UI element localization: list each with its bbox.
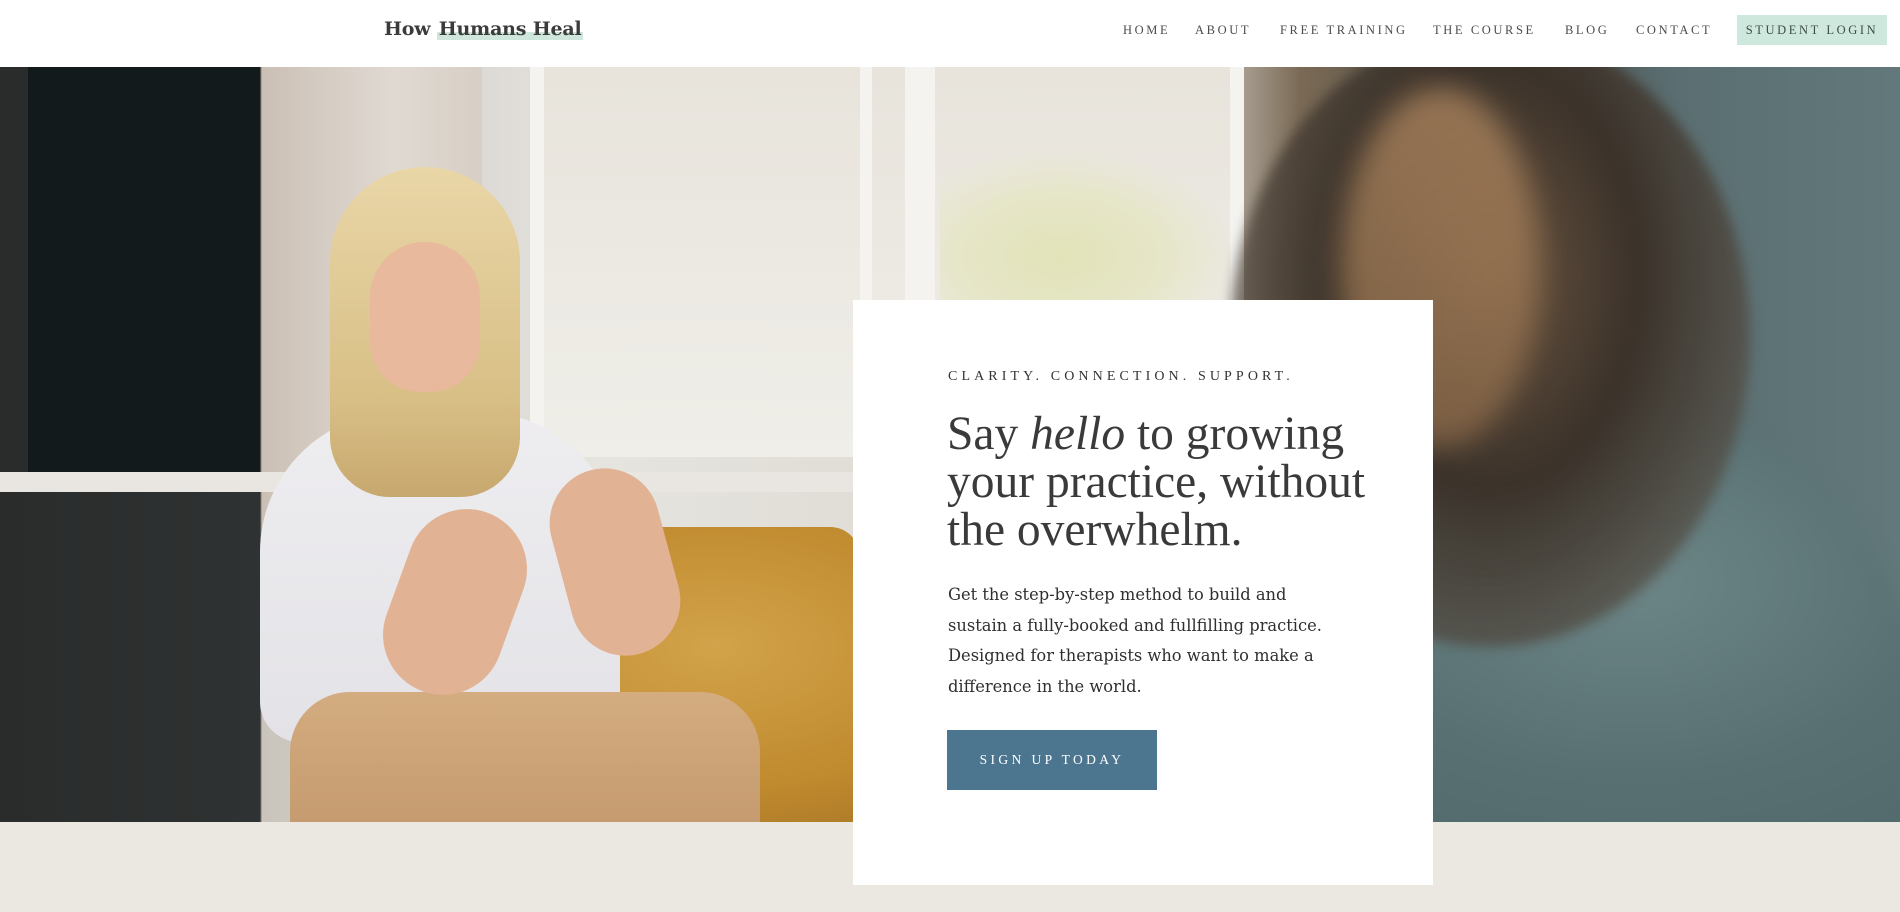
nav-free-training[interactable]: FREE TRAINING xyxy=(1280,23,1408,38)
hero-headline: Say hello to growing your practice, with… xyxy=(947,410,1407,554)
headline-emphasis: hello xyxy=(1030,408,1126,460)
window-frame-left xyxy=(530,67,544,467)
hero-card: CLARITY. CONNECTION. SUPPORT. Say hello … xyxy=(853,300,1433,885)
nav-home[interactable]: HOME xyxy=(1123,23,1170,38)
nav-about[interactable]: ABOUT xyxy=(1195,23,1251,38)
nav-contact[interactable]: CONTACT xyxy=(1636,23,1712,38)
woman-face xyxy=(370,242,480,392)
nav-the-course[interactable]: THE COURSE xyxy=(1433,23,1536,38)
hero-eyebrow: CLARITY. CONNECTION. SUPPORT. xyxy=(948,369,1294,384)
student-login-button[interactable]: STUDENT LOGIN xyxy=(1737,15,1887,45)
main-nav: HOME ABOUT FREE TRAINING THE COURSE BLOG… xyxy=(0,0,1900,67)
woman-pants xyxy=(290,692,760,822)
nav-blog[interactable]: BLOG xyxy=(1565,23,1609,38)
site-header: How Humans Heal HOME ABOUT FREE TRAINING… xyxy=(0,0,1900,67)
hero-description: Get the step-by-step method to build and… xyxy=(948,585,1322,696)
headline-part-1: Say xyxy=(947,408,1031,460)
curtain-dark xyxy=(28,67,260,477)
sign-up-button[interactable]: SIGN UP TODAY xyxy=(947,730,1157,790)
